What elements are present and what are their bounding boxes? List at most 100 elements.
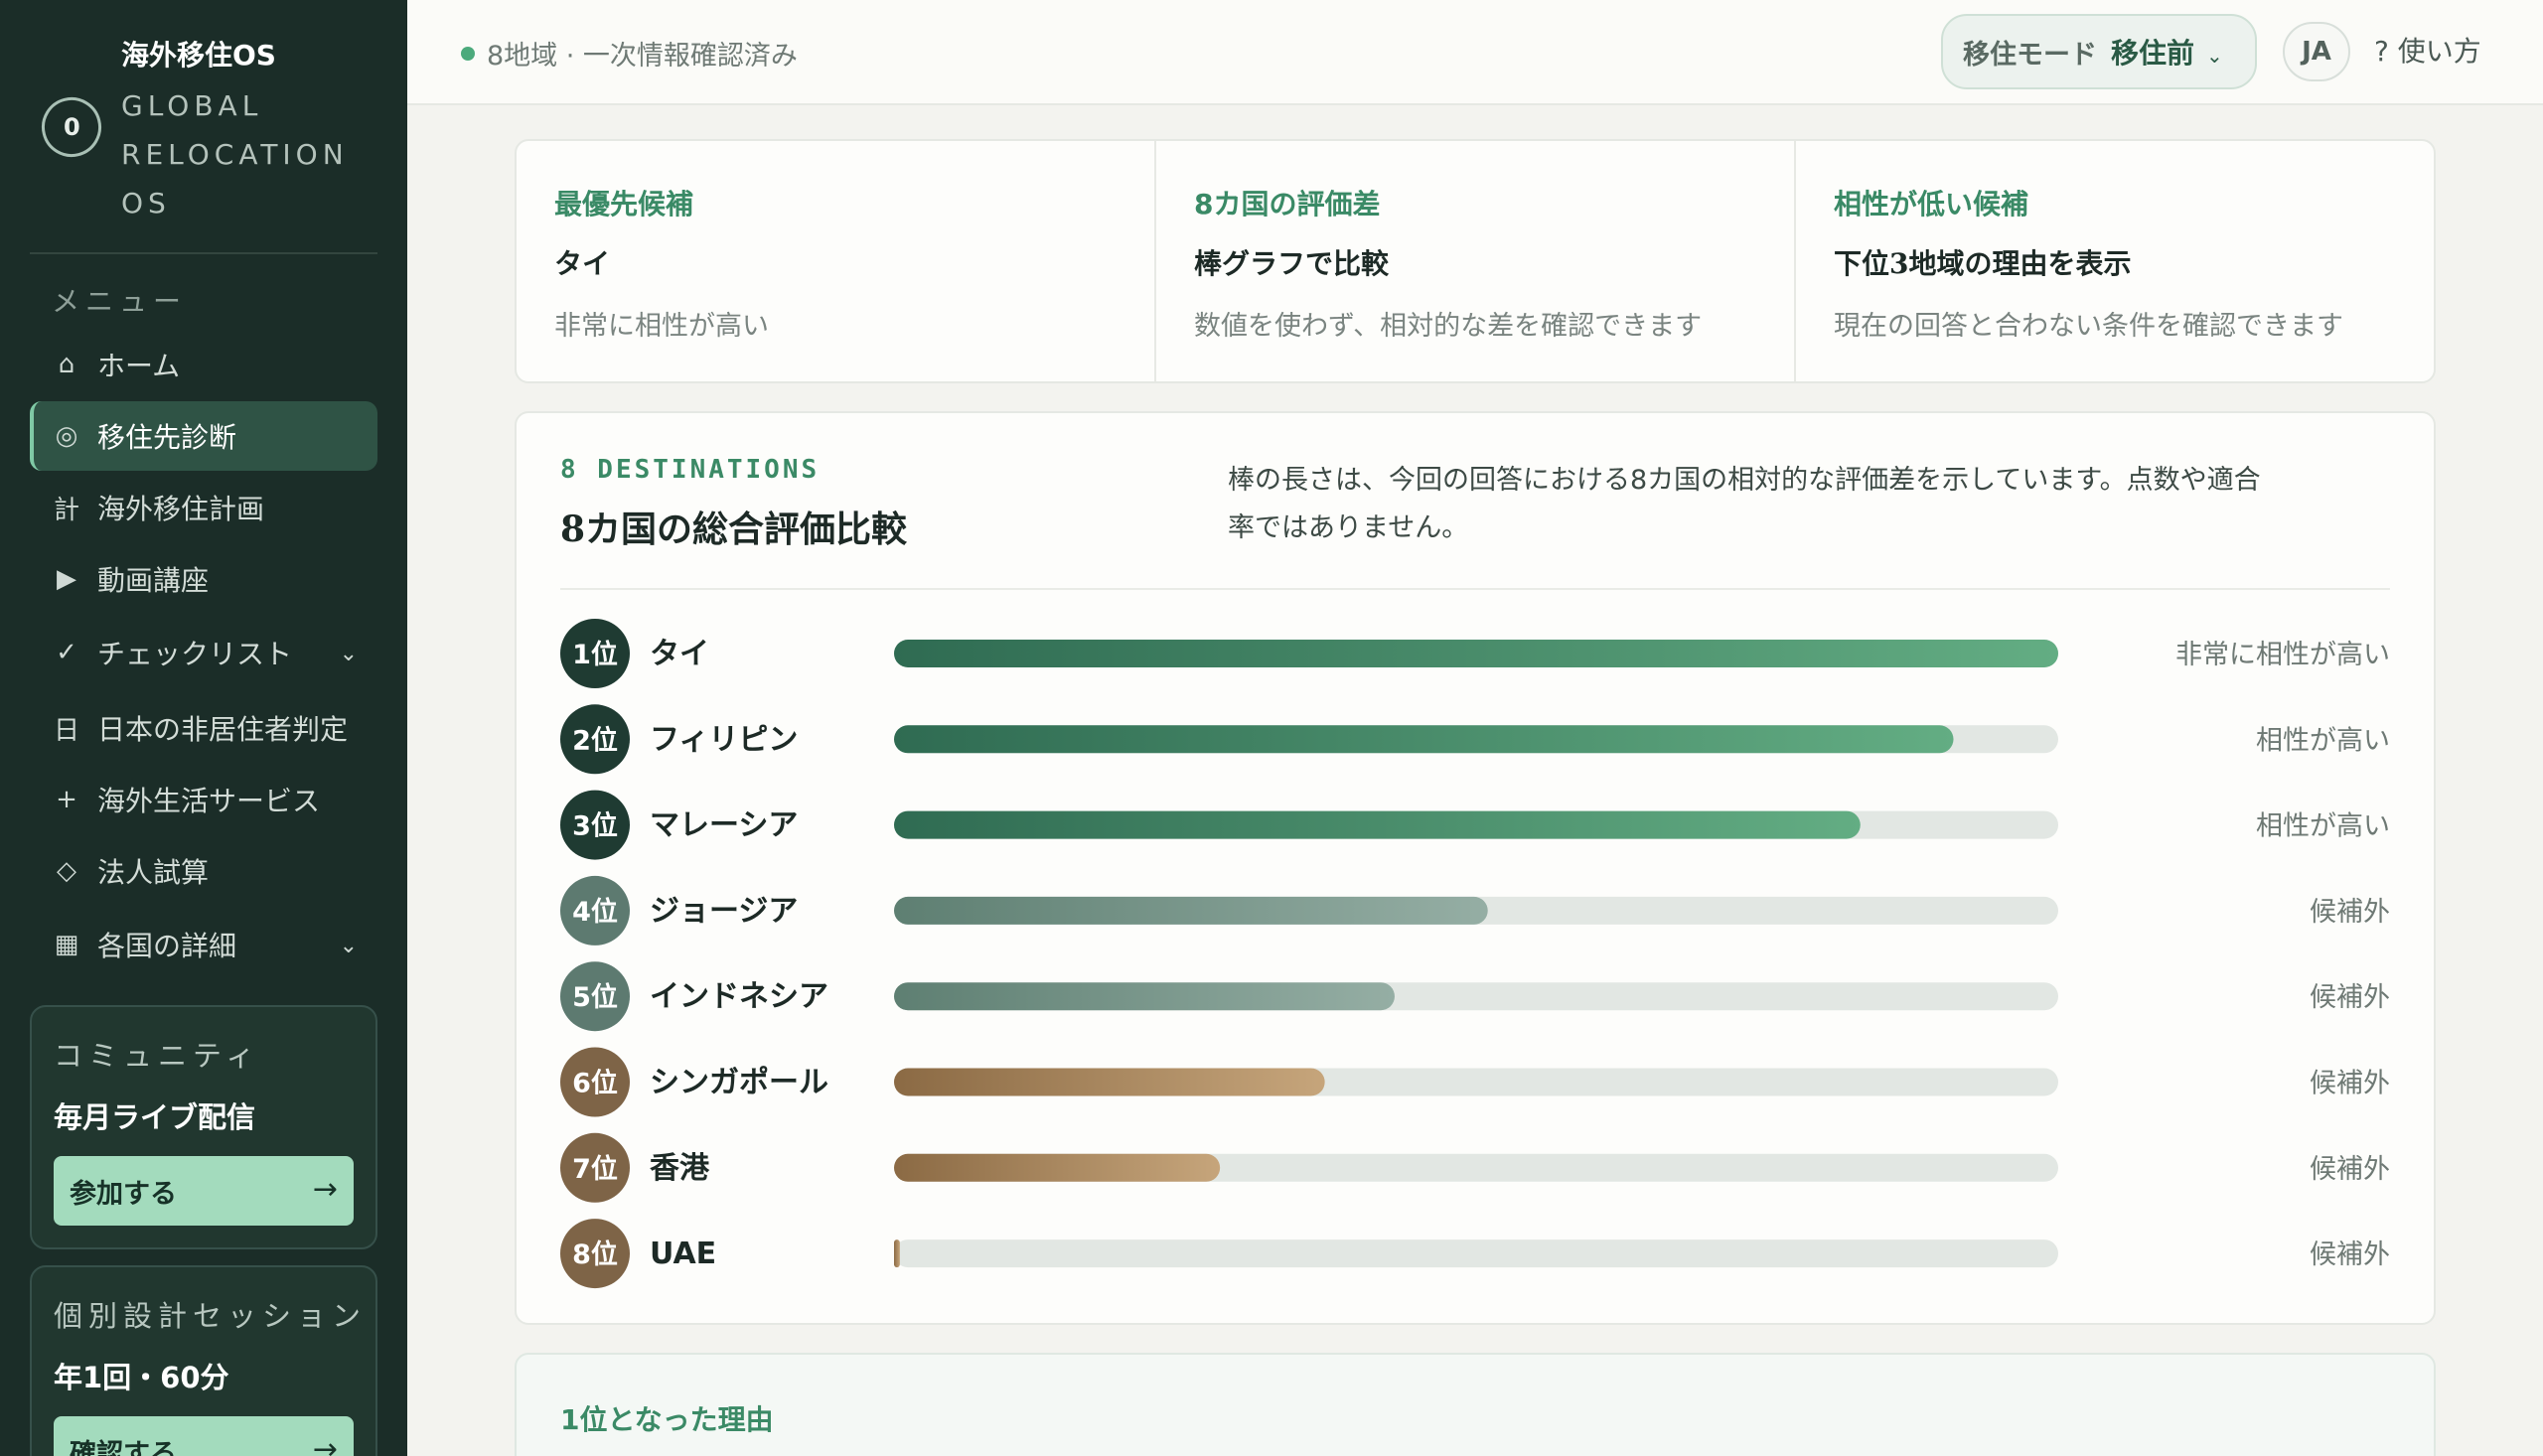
bar xyxy=(894,810,1861,839)
brand-logo-icon: 0 xyxy=(35,90,108,164)
chart-row[interactable]: 2位 フィリピン 相性が高い xyxy=(560,704,2390,775)
confirm-button-label: 確認する xyxy=(70,1438,177,1456)
chart-row[interactable]: 5位 インドネシア 候補外 xyxy=(560,961,2390,1032)
sidebar-divider xyxy=(30,252,377,254)
chevron-down-icon[interactable]: ⌄ xyxy=(340,642,358,666)
mode-label: 移住モード xyxy=(1963,39,2097,71)
mode-value: 移住前 xyxy=(2111,37,2195,70)
sidebar-item-label: 移住先診断 xyxy=(97,421,237,454)
sidebar-item-label: 海外生活サービス xyxy=(97,785,321,817)
fit-label: 候補外 xyxy=(2310,1069,2390,1099)
bar xyxy=(894,1068,1325,1096)
comparison-panel: 8 DESTINATIONS 8カ国の総合評価比較 棒の長さは、今回の回答におけ… xyxy=(515,411,2436,1325)
status-dot-icon xyxy=(461,46,475,61)
community-heading: コミュニティ xyxy=(54,1039,261,1073)
sidebar-item-label: 法人試算 xyxy=(97,856,210,889)
brand-subtitle: GLOBAL RELOCATION OS xyxy=(121,89,349,219)
brand-name: 海外移住OS xyxy=(121,39,276,72)
rank-label: 2位 xyxy=(572,724,618,756)
top-bar: 8地域 · 一次情報確認済み 移住モード 移住前 ⌄ JA ? 使い方 xyxy=(407,0,2543,105)
rank-label: 5位 xyxy=(572,981,618,1013)
rank-label: 3位 xyxy=(572,810,618,842)
country-name: マレーシア xyxy=(650,808,798,843)
join-button[interactable]: 参加する → xyxy=(54,1156,354,1226)
sidebar-item-label: 海外移住計画 xyxy=(97,493,265,525)
plus-icon: + xyxy=(56,785,77,814)
country-name: タイ xyxy=(650,637,709,671)
language-button[interactable]: JA xyxy=(2283,22,2350,81)
sidebar-item-6[interactable]: 日日本の非居住者判定 xyxy=(30,693,377,763)
join-button-label: 参加する xyxy=(70,1178,177,1210)
chart-row[interactable]: 8位 UAE 候補外 xyxy=(560,1219,2390,1289)
check-icon: ✓ xyxy=(56,638,77,667)
session-title: 年1回・60分 xyxy=(54,1361,229,1394)
bar xyxy=(894,982,1395,1011)
sidebar-item-2[interactable]: ◎ 移住先診断 xyxy=(30,401,377,471)
rank-label: 1位 xyxy=(572,639,618,670)
chart-row[interactable]: 3位 マレーシア 相性が高い xyxy=(560,790,2390,860)
fit-label: 相性が高い xyxy=(2256,811,2390,842)
sidebar-item-3[interactable]: 計海外移住計画 xyxy=(30,473,377,542)
sidebar: 海外移住OS 0 GLOBAL RELOCATION OS メニュー ⌂ ホーム ◎… xyxy=(0,0,407,1456)
country-name: シンガポール xyxy=(650,1066,828,1100)
country-name: UAE xyxy=(650,1237,716,1271)
sidebar-item-5[interactable]: ✓ チェックリスト ⌄ xyxy=(30,618,377,687)
session-card: 個別設計セッション 年1回・60分 確認する → xyxy=(30,1265,377,1456)
rank-label: 8位 xyxy=(572,1238,618,1270)
summary-comparison: 8カ国の評価差 棒グラフで比較 数値を使わず、相対的な差を確認できます xyxy=(1156,141,1796,381)
rank-label: 6位 xyxy=(572,1068,618,1099)
ranking-bar-chart: 1位 タイ 非常に相性が高い2位 フィリピン 相性が高い3位 マレーシア 相性が高い4位 ジョ… xyxy=(560,619,2390,1289)
bar xyxy=(894,1153,1221,1182)
chart-row[interactable]: 7位 香港 候補外 xyxy=(560,1132,2390,1203)
sidebar-item-7[interactable]: + 海外生活サービス xyxy=(30,765,377,834)
play-icon: ▶ xyxy=(57,564,76,594)
country-name: ジョージア xyxy=(650,894,798,929)
bar xyxy=(894,640,2058,667)
session-heading: 個別設計セッション xyxy=(54,1299,368,1333)
help-link[interactable]: ? 使い方 xyxy=(2374,30,2481,70)
home-icon: ⌂ xyxy=(58,350,75,379)
chart-row[interactable]: 1位 タイ 非常に相性が高い xyxy=(560,619,2390,688)
sidebar-item-label: チェックリスト xyxy=(97,638,293,670)
summary-top-candidate: 最優先候補 タイ 非常に相性が高い xyxy=(517,141,1156,381)
country-name: インドネシア xyxy=(650,979,828,1014)
brand-logo-glyph: 0 xyxy=(63,113,80,142)
japan-icon: 日 xyxy=(53,715,79,746)
chart-row[interactable]: 6位 シンガポール 候補外 xyxy=(560,1047,2390,1117)
community-title: 毎月ライブ配信 xyxy=(54,1100,256,1134)
sidebar-item-label: ホーム xyxy=(97,350,181,382)
sidebar-item-label: 動画講座 xyxy=(97,564,210,597)
fit-label: 候補外 xyxy=(2310,1239,2390,1270)
summary-sub: 非常に相性が高い xyxy=(554,311,769,342)
mode-selector[interactable]: 移住モード 移住前 ⌄ xyxy=(1941,14,2257,89)
brand[interactable]: 海外移住OS 0 GLOBAL RELOCATION OS xyxy=(35,30,377,228)
sidebar-item-9[interactable]: ▦ 各国の詳細 ⌄ xyxy=(30,910,377,979)
chart-row[interactable]: 4位 ジョージア 候補外 xyxy=(560,875,2390,946)
sidebar-item-1[interactable]: ⌂ ホーム xyxy=(30,330,377,399)
bar-track xyxy=(894,1239,2058,1268)
fit-label: 非常に相性が高い xyxy=(2175,640,2390,670)
sidebar-item-4[interactable]: ▶ 動画講座 xyxy=(30,544,377,614)
confirm-button[interactable]: 確認する → xyxy=(54,1416,354,1456)
chevron-down-icon[interactable]: ⌄ xyxy=(340,934,358,958)
bar xyxy=(894,725,1954,754)
status-text: 8地域 · 一次情報確認済み xyxy=(487,41,798,72)
summary-sub: 数値を使わず、相対的な差を確認できます xyxy=(1194,311,1703,342)
country-name: フィリピン xyxy=(650,722,798,757)
summary-cards: 最優先候補 タイ 非常に相性が高い 8カ国の評価差 棒グラフで比較 数値を使わず… xyxy=(515,139,2436,383)
summary-sub: 現在の回答と合わない条件を確認できます xyxy=(1834,311,2343,342)
reason-title: 1位となった理由 xyxy=(560,1403,774,1436)
chevron-down-icon: ⌄ xyxy=(2206,44,2223,68)
sidebar-item-label: 各国の詳細 xyxy=(97,930,237,962)
grid-icon: ▦ xyxy=(54,930,79,959)
fit-label: 候補外 xyxy=(2310,1154,2390,1185)
summary-head: 相性が低い候補 xyxy=(1834,188,2029,220)
arrow-right-icon: → xyxy=(312,1432,338,1456)
reason-card: 1位となった理由 xyxy=(515,1353,2436,1456)
bar xyxy=(894,896,1488,925)
fit-label: 候補外 xyxy=(2310,897,2390,928)
summary-title: 棒グラフで比較 xyxy=(1194,247,1390,280)
sidebar-item-8[interactable]: ◇ 法人試算 xyxy=(30,836,377,906)
target-icon: ◎ xyxy=(55,421,78,451)
plan-icon: 計 xyxy=(53,495,79,525)
